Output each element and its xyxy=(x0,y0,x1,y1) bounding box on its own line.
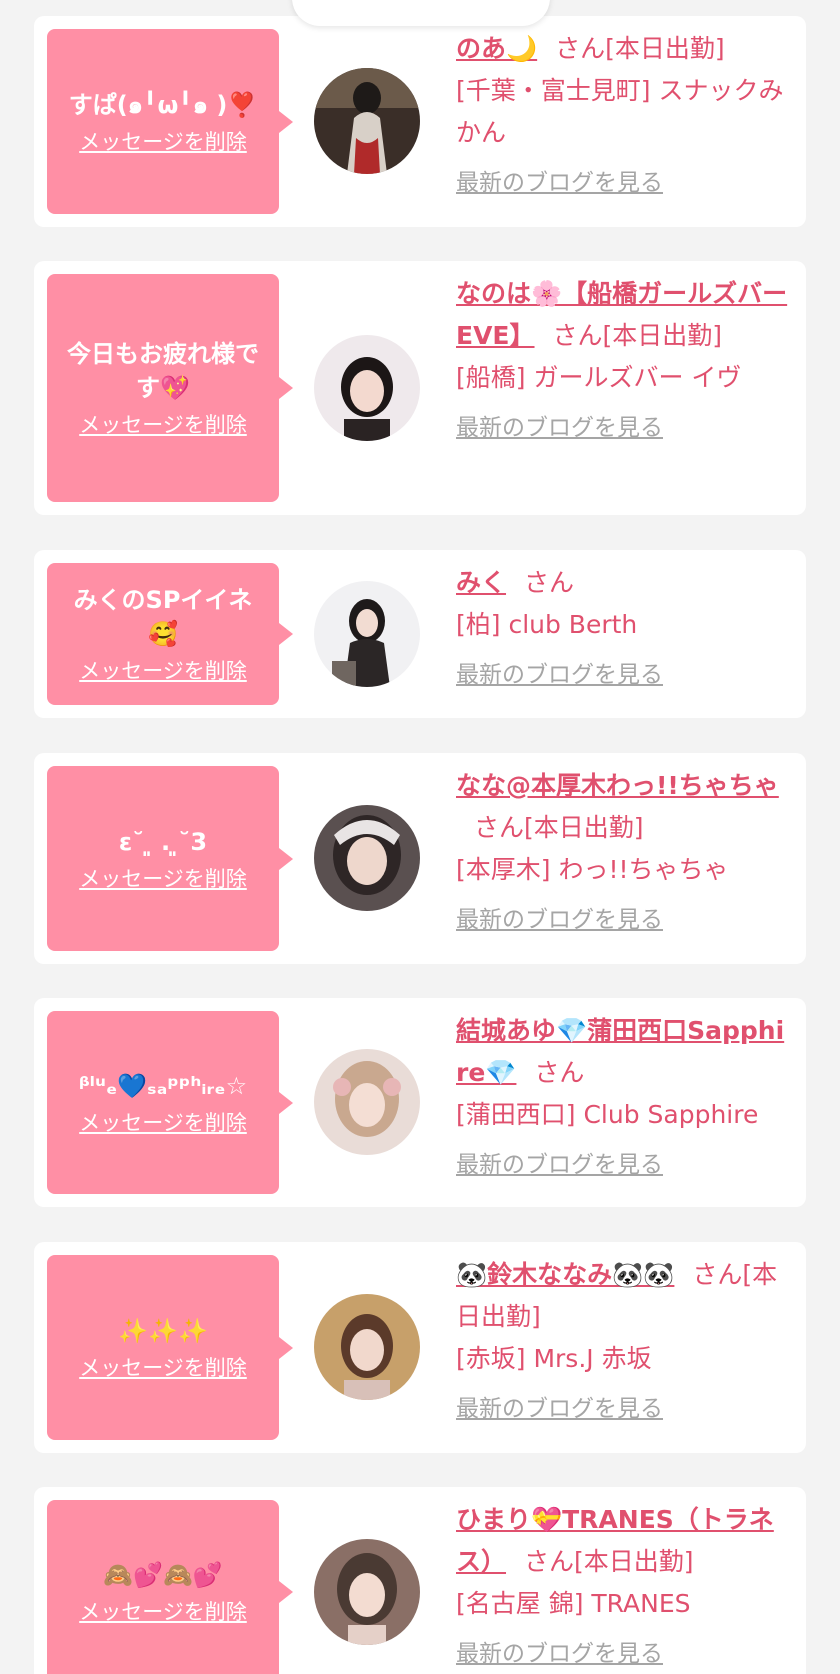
avatar[interactable] xyxy=(314,1049,420,1155)
cast-info: なな@本厚木わっ!!ちゃちゃさん[本日出勤] [本厚木] わっ!!ちゃちゃ 最新… xyxy=(456,765,796,941)
cast-info: ひまり💝TRANES（トラネス） さん[本日出勤] [名古屋 錦] TRANES … xyxy=(456,1499,796,1674)
cast-info: なのは🌸【船橋ガールズバーEVE】 さん[本日出勤] [船橋] ガールズバー イヴ… xyxy=(456,273,796,449)
message-card: みくのSPイイネ🥰 メッセージを削除 みく さん [柏] club Berth 最… xyxy=(34,550,806,718)
honorific-label: さん xyxy=(552,321,603,350)
message-text: みくのSPイイネ🥰 xyxy=(73,586,253,648)
latest-blog-link[interactable]: 最新のブログを見る xyxy=(456,1144,663,1186)
message-bubble: ᵝˡᵘₑ💙ₛₐᵖᵖʰᵢᵣₑ☆ メッセージを削除 xyxy=(47,1011,293,1194)
status-label: [本日出勤] xyxy=(574,1547,694,1576)
message-bubble: ε˘ ͈ . ͈˘3 メッセージを削除 xyxy=(47,766,293,951)
status-label: [本日出勤] xyxy=(605,34,725,63)
shop-label: [千葉・富士見町] スナックみかん xyxy=(456,76,784,147)
delete-message-link[interactable]: メッセージを削除 xyxy=(79,409,247,439)
avatar[interactable] xyxy=(314,68,420,174)
cast-name-link[interactable]: なな@本厚木わっ!!ちゃちゃ xyxy=(456,771,779,800)
delete-message-link[interactable]: メッセージを削除 xyxy=(79,863,247,893)
message-card: 今日もお疲れ様です💖 メッセージを削除 なのは🌸【船橋ガールズバーEVE】 さん[… xyxy=(34,261,806,515)
cast-info: 結城あゆ💎蒲田西口Sapphire💎 さん [蒲田西口] Club Sapphir… xyxy=(456,1010,796,1186)
latest-blog-link[interactable]: 最新のブログを見る xyxy=(456,162,663,204)
shop-label: [本厚木] わっ!!ちゃちゃ xyxy=(456,855,729,884)
message-text: ᵝˡᵘₑ💙ₛₐᵖᵖʰᵢᵣₑ☆ xyxy=(78,1071,248,1100)
delete-message-link[interactable]: メッセージを削除 xyxy=(79,1352,247,1382)
latest-blog-link[interactable]: 最新のブログを見る xyxy=(456,1388,663,1430)
avatar[interactable] xyxy=(314,581,420,687)
message-bubble: 今日もお疲れ様です💖 メッセージを削除 xyxy=(47,274,293,502)
cast-name-link[interactable]: 🐼鈴木ななみ🐼🐼 xyxy=(456,1260,674,1289)
avatar[interactable] xyxy=(314,805,420,911)
cast-name-link[interactable]: のあ🌙 xyxy=(456,34,537,63)
message-card: すぱ(๑╹ω╹๑ )❣️ メッセージを削除 のあ🌙 さん[本日出勤] [千葉・富士… xyxy=(34,16,806,227)
avatar[interactable] xyxy=(314,1294,420,1400)
cast-name-link[interactable]: みく xyxy=(456,568,506,597)
status-label: [本日出勤] xyxy=(524,813,644,842)
latest-blog-link[interactable]: 最新のブログを見る xyxy=(456,1633,663,1674)
latest-blog-link[interactable]: 最新のブログを見る xyxy=(456,407,663,449)
message-card: 🙈💕🙈💕 メッセージを削除 ひまり💝TRANES（トラネス） さん[本日出勤] [… xyxy=(34,1487,806,1674)
honorific-label: さん xyxy=(555,34,606,63)
message-bubble: 🙈💕🙈💕 メッセージを削除 xyxy=(47,1500,293,1674)
message-bubble: ✨✨✨ メッセージを削除 xyxy=(47,1255,293,1440)
honorific-label: さん xyxy=(534,1058,585,1087)
message-card: ✨✨✨ メッセージを削除 🐼鈴木ななみ🐼🐼 さん[本日出勤] [赤坂] Mrs.J… xyxy=(34,1242,806,1453)
delete-message-link[interactable]: メッセージを削除 xyxy=(79,1596,247,1626)
cast-info: 🐼鈴木ななみ🐼🐼 さん[本日出勤] [赤坂] Mrs.J 赤坂 最新のブログを見る xyxy=(456,1254,796,1430)
shop-label: [船橋] ガールズバー イヴ xyxy=(456,363,742,392)
message-card: ε˘ ͈ . ͈˘3 メッセージを削除 なな@本厚木わっ!!ちゃちゃさん[本日出… xyxy=(34,753,806,964)
honorific-label: さん xyxy=(692,1260,743,1289)
message-text: 今日もお疲れ様です💖 xyxy=(67,340,259,402)
latest-blog-link[interactable]: 最新のブログを見る xyxy=(456,654,663,696)
message-card: ᵝˡᵘₑ💙ₛₐᵖᵖʰᵢᵣₑ☆ メッセージを削除 結城あゆ💎蒲田西口Sapphir… xyxy=(34,998,806,1207)
cast-info: みく さん [柏] club Berth 最新のブログを見る xyxy=(456,562,796,696)
honorific-label: さん xyxy=(524,568,575,597)
message-bubble: みくのSPイイネ🥰 メッセージを削除 xyxy=(47,563,293,705)
shop-label: [蒲田西口] Club Sapphire xyxy=(456,1100,759,1129)
shop-label: [名古屋 錦] TRANES xyxy=(456,1589,691,1618)
avatar[interactable] xyxy=(314,1539,420,1645)
message-bubble: すぱ(๑╹ω╹๑ )❣️ メッセージを削除 xyxy=(47,29,293,214)
latest-blog-link[interactable]: 最新のブログを見る xyxy=(456,899,663,941)
message-text: ✨✨✨ xyxy=(118,1316,208,1345)
shop-label: [赤坂] Mrs.J 赤坂 xyxy=(456,1344,652,1373)
status-label: [本日出勤] xyxy=(602,321,723,350)
cast-name-link[interactable]: 結城あゆ💎蒲田西口Sapphire💎 xyxy=(456,1016,784,1087)
top-floating-pill[interactable] xyxy=(292,0,550,26)
delete-message-link[interactable]: メッセージを削除 xyxy=(79,1107,247,1137)
shop-label: [柏] club Berth xyxy=(456,610,638,639)
honorific-label: さん xyxy=(474,813,525,842)
message-text: ε˘ ͈ . ͈˘3 xyxy=(118,827,208,856)
avatar[interactable] xyxy=(314,335,420,441)
cast-info: のあ🌙 さん[本日出勤] [千葉・富士見町] スナックみかん 最新のブログを見る xyxy=(456,28,796,204)
delete-message-link[interactable]: メッセージを削除 xyxy=(79,126,247,156)
delete-message-link[interactable]: メッセージを削除 xyxy=(79,655,247,685)
honorific-label: さん xyxy=(524,1547,575,1576)
message-text: 🙈💕🙈💕 xyxy=(103,1560,223,1589)
message-text: すぱ(๑╹ω╹๑ )❣️ xyxy=(68,90,258,119)
